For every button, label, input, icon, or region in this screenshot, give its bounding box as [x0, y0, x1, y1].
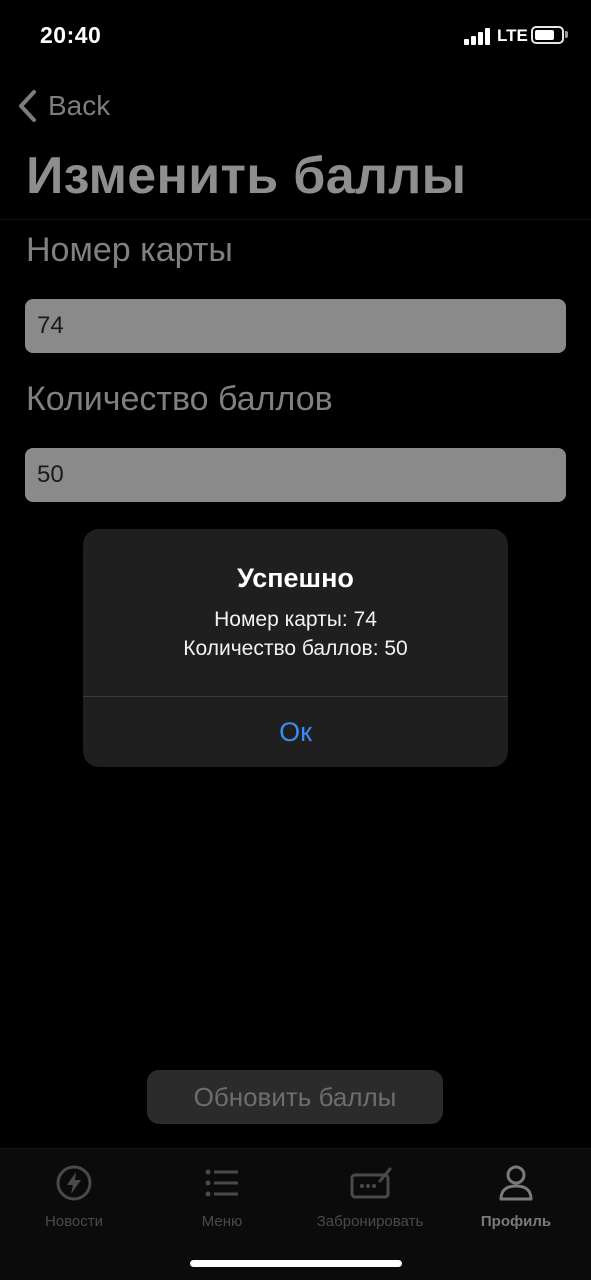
- tab-news-label: Новости: [44, 1213, 104, 1230]
- alert-message-line: Количество баллов: 50: [183, 637, 408, 660]
- alert-message: Номер карты: 74 Количество баллов: 50: [83, 605, 508, 663]
- tab-booking-label: Забронировать: [316, 1213, 424, 1230]
- points-label: Количество баллов: [26, 380, 333, 418]
- card-number-field[interactable]: 74: [25, 299, 566, 353]
- tab-menu-label: Меню: [201, 1213, 243, 1230]
- back-button[interactable]: Back: [12, 86, 110, 126]
- tab-profile-label: Профиль: [480, 1213, 552, 1230]
- success-alert: Успешно Номер карты: 74 Количество балло…: [83, 529, 508, 767]
- navigation-bar: Back Изменить баллы: [0, 72, 591, 220]
- tab-profile[interactable]: Профиль: [442, 1163, 590, 1239]
- update-points-button[interactable]: Обновить баллы: [147, 1070, 443, 1124]
- ticket-icon: [350, 1167, 392, 1199]
- bolt-icon: [56, 1165, 92, 1201]
- points-field[interactable]: 50: [25, 448, 566, 502]
- tab-booking[interactable]: Забронировать: [296, 1163, 444, 1239]
- alert-ok-button[interactable]: Ок: [83, 697, 508, 767]
- alert-title: Успешно: [237, 563, 354, 593]
- back-label: Back: [48, 90, 111, 121]
- chevron-left-icon: [19, 90, 36, 122]
- card-number-label: Номер карты: [26, 231, 233, 269]
- home-indicator: [190, 1260, 402, 1267]
- page-title: Изменить баллы: [26, 147, 467, 205]
- card-number-value: 74: [37, 312, 64, 339]
- tab-news[interactable]: Новости: [0, 1163, 148, 1239]
- tab-menu[interactable]: Меню: [148, 1163, 296, 1239]
- points-value: 50: [37, 461, 64, 488]
- person-icon: [499, 1165, 533, 1201]
- list-icon: [205, 1169, 238, 1197]
- alert-message-line: Номер карты: 74: [214, 608, 377, 631]
